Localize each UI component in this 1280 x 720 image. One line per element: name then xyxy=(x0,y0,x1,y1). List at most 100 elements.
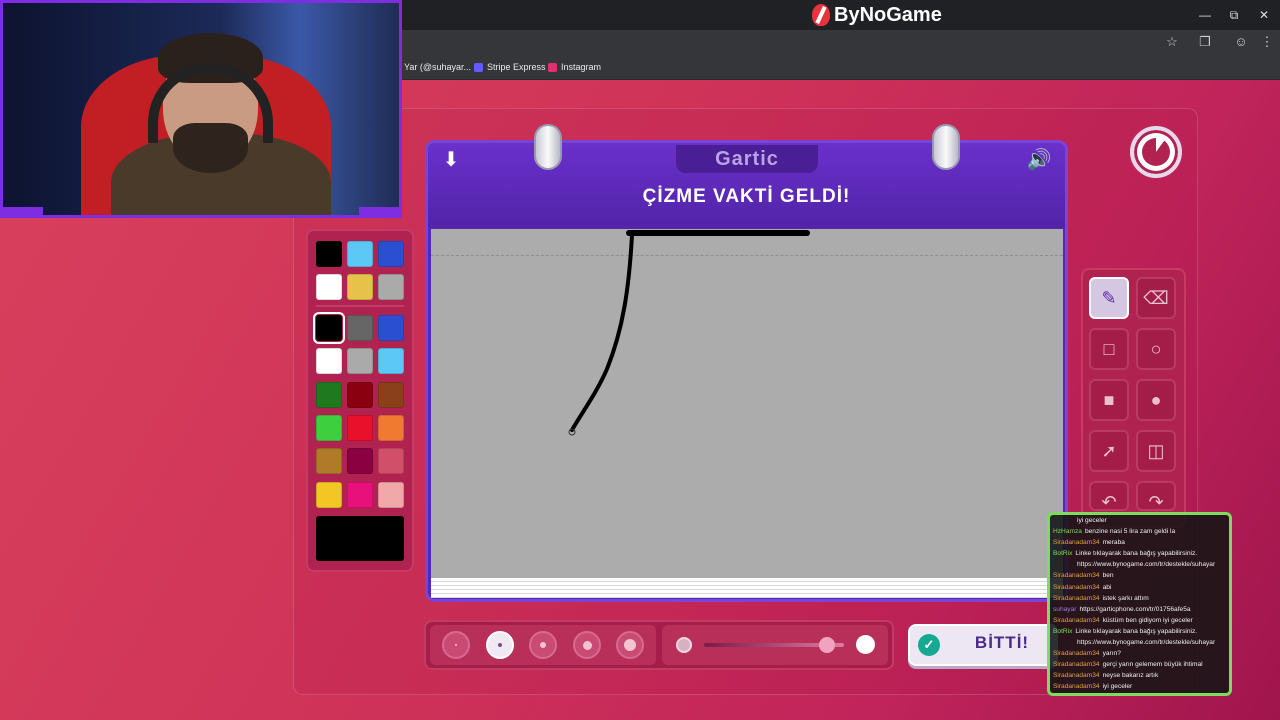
chat-text: abi xyxy=(1102,583,1112,591)
profile-icon[interactable]: ☺ xyxy=(1232,33,1250,51)
color-swatch[interactable] xyxy=(347,414,373,441)
chat-message: BotRix Linke tıklayarak bana bağış yapabi… xyxy=(1053,548,1226,559)
menu-icon[interactable]: ⋮ xyxy=(1258,33,1276,51)
color-swatch[interactable] xyxy=(378,348,404,375)
line-icon: ➚ xyxy=(1101,441,1117,461)
fill-bucket-icon: ◫ xyxy=(1147,441,1165,461)
chat-message: Siradanadam34 meraba xyxy=(1053,537,1226,548)
color-swatch[interactable] xyxy=(316,448,342,475)
brand-logo[interactable]: ByNoGame xyxy=(812,3,942,27)
recent-color-swatch[interactable] xyxy=(378,241,404,267)
chat-message: Siradanadam34 yarın? xyxy=(1053,648,1226,659)
bookmark-suhayar[interactable]: Yar (@suhayar... xyxy=(404,60,471,74)
brand-name: ByNoGame xyxy=(834,3,942,26)
brush-dot xyxy=(455,644,457,646)
recent-color-swatch[interactable] xyxy=(378,274,404,300)
undo-icon: ↶ xyxy=(1101,492,1117,512)
drawing-canvas[interactable] xyxy=(431,229,1063,584)
color-swatch[interactable] xyxy=(378,481,404,508)
brush-size-2[interactable] xyxy=(486,631,514,659)
ellipse-filled-tool[interactable]: ● xyxy=(1136,379,1176,421)
color-swatch[interactable] xyxy=(347,448,373,475)
chat-text: küstüm ben gidiyom iyi geceler xyxy=(1102,616,1193,624)
color-swatch[interactable] xyxy=(378,381,404,408)
eraser-tool[interactable]: ⌫ xyxy=(1136,277,1176,319)
bynogame-logo-icon xyxy=(812,4,830,26)
stripe-icon xyxy=(474,62,483,72)
chat-username: suhayar xyxy=(1053,605,1077,613)
chat-message: Siradanadam34 neyse bakarız artık xyxy=(1053,670,1226,681)
chat-text: Linke tıklayarak bana bağış yapabilirsin… xyxy=(1075,627,1198,635)
color-swatch[interactable] xyxy=(316,348,342,375)
done-button-label: BİTTİ! xyxy=(974,633,1030,652)
extensions-icon[interactable]: ❐ xyxy=(1196,33,1214,51)
line-tool[interactable]: ➚ xyxy=(1089,430,1129,472)
color-swatch[interactable] xyxy=(316,381,342,408)
redo-button[interactable]: ↷ xyxy=(1136,481,1176,512)
recent-color-swatch[interactable] xyxy=(316,241,342,267)
chat-message: Siradanadam34 abi xyxy=(1053,582,1226,593)
color-swatch[interactable] xyxy=(378,414,404,441)
fill-tool[interactable]: ◫ xyxy=(1136,430,1176,472)
ellipse-outline-tool[interactable]: ○ xyxy=(1136,328,1176,370)
binder-ring-right xyxy=(932,124,960,170)
brush-size-4[interactable] xyxy=(573,631,601,659)
rectangle-outline-tool[interactable]: □ xyxy=(1089,328,1129,370)
download-icon[interactable]: ⬇ xyxy=(438,147,464,173)
rectangle-filled-tool[interactable]: ■ xyxy=(1089,379,1129,421)
chat-username: Siradanadam34 xyxy=(1053,616,1100,624)
chat-username: Siradanadam34 xyxy=(1053,683,1100,691)
palette-divider xyxy=(316,305,404,307)
color-swatch[interactable] xyxy=(316,414,342,441)
brush-dot xyxy=(582,640,592,650)
restore-icon[interactable]: ⧉ xyxy=(1225,6,1243,24)
chat-text: meraba xyxy=(1102,539,1125,547)
color-swatch[interactable] xyxy=(316,481,342,508)
chat-text: https://www.bynogame.com/tr/destekle/suh… xyxy=(1077,639,1216,647)
volume-icon[interactable]: 🔊 xyxy=(1026,147,1052,173)
chat-message: Siradanadam34 iyi geceler xyxy=(1053,681,1226,692)
color-swatch[interactable] xyxy=(313,312,345,344)
color-swatch[interactable] xyxy=(347,381,373,408)
chat-username: Siradanadam34 xyxy=(1053,594,1100,602)
bookmark-label: Yar (@suhayar... xyxy=(404,62,471,72)
close-icon[interactable]: ✕ xyxy=(1255,6,1273,24)
color-swatch[interactable] xyxy=(347,315,373,341)
pencil-tool[interactable]: ✎ xyxy=(1089,277,1129,319)
color-swatch[interactable] xyxy=(378,448,404,475)
chat-message: iyi geceler xyxy=(1053,515,1226,526)
chat-text: yarın? xyxy=(1102,650,1121,658)
recent-color-swatch[interactable] xyxy=(347,241,373,267)
undo-button[interactable]: ↶ xyxy=(1089,481,1129,512)
chat-text: https://garticphone.com/tr/01756afe5a xyxy=(1079,605,1191,613)
brush-size-3[interactable] xyxy=(529,631,557,659)
bookmark-instagram[interactable]: Instagram xyxy=(548,60,601,74)
chat-username: BotRix xyxy=(1053,627,1073,635)
frame-corner xyxy=(359,207,399,215)
instagram-icon xyxy=(548,62,557,72)
bookmark-stripe-express[interactable]: Stripe Express xyxy=(474,60,546,74)
chat-username: Siradanadam34 xyxy=(1053,650,1100,658)
chat-text: Linke tıklayarak bana bağış yapabilirsin… xyxy=(1075,550,1198,558)
recent-color-swatch[interactable] xyxy=(347,274,373,300)
bookmark-star-icon[interactable]: ☆ xyxy=(1163,33,1181,51)
chat-text: iyi geceler xyxy=(1077,517,1107,524)
gartic-logo: Gartic xyxy=(676,145,818,173)
recent-color-swatch[interactable] xyxy=(316,274,342,300)
chat-username: Siradanadam34 xyxy=(1053,583,1100,591)
color-swatch[interactable] xyxy=(347,348,373,375)
round-headline: ÇİZME VAKTİ GELDİ! xyxy=(642,186,851,207)
chat-username: Siradanadam34 xyxy=(1053,539,1100,547)
eraser-icon: ⌫ xyxy=(1143,288,1169,308)
timer-progress xyxy=(1142,138,1170,166)
color-swatch[interactable] xyxy=(378,315,404,341)
minimize-icon[interactable]: — xyxy=(1196,6,1214,24)
redo-icon: ↷ xyxy=(1148,492,1164,512)
color-swatch[interactable] xyxy=(347,481,373,508)
brush-size-5[interactable] xyxy=(616,631,644,659)
brush-size-1[interactable] xyxy=(442,631,470,659)
brush-dot xyxy=(624,639,636,651)
pencil-icon: ✎ xyxy=(1101,288,1117,308)
circle-outline-icon: ○ xyxy=(1150,339,1162,359)
current-color-preview[interactable] xyxy=(316,516,404,561)
